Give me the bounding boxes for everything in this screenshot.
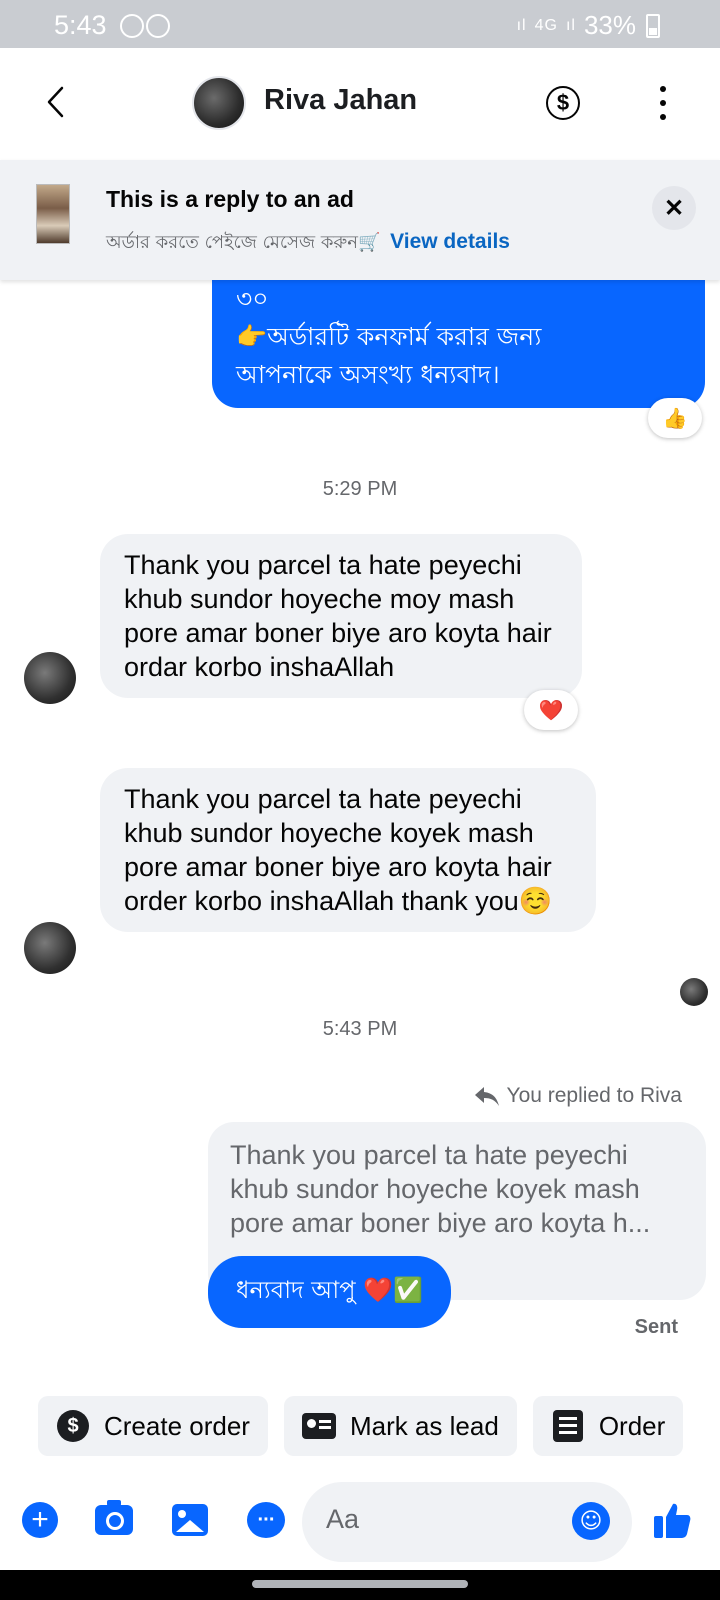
battery-icon — [646, 13, 660, 38]
heart-icon: ❤️ — [538, 698, 564, 722]
sent-status: Sent — [634, 1316, 678, 1338]
close-icon: ✕ — [663, 194, 685, 222]
ad-thumbnail[interactable] — [36, 184, 70, 244]
sender-avatar[interactable] — [24, 922, 76, 974]
ad-reply-banner: This is a reply to an ad অর্ডার করতে পেই… — [0, 160, 720, 280]
order-chip[interactable]: Order — [532, 1396, 684, 1456]
camera-button[interactable] — [94, 1500, 134, 1540]
timestamp: 5:43 PM — [322, 1018, 398, 1040]
input-placeholder: Aa — [326, 1504, 360, 1534]
message-text: Thank you parcel ta hate peyechi khub su… — [124, 550, 552, 682]
incoming-message[interactable]: Thank you parcel ta hate peyechi khub su… — [100, 534, 582, 698]
contact-card-icon — [301, 1409, 336, 1443]
timestamp: 5:29 PM — [322, 478, 398, 500]
status-bar: 5:43 ıl 4G ıl 33% — [0, 0, 720, 48]
back-button[interactable] — [38, 82, 74, 122]
reply-arrow-icon — [475, 1087, 500, 1106]
message-text: ধন্যবাদ আপু ❤️✅ — [236, 1276, 423, 1304]
system-nav-bar — [0, 1570, 720, 1600]
status-indicators: ıl 4G ıl 33% — [517, 10, 660, 41]
signal-icon: ıl — [516, 16, 527, 34]
quoted-text: Thank you parcel ta hate peyechi khub su… — [230, 1140, 651, 1238]
ad-banner-subtitle: অর্ডার করতে পেইজে মেসেজ করুন🛒 View detai… — [106, 228, 510, 259]
dot-icon — [660, 100, 666, 106]
more-options-button[interactable] — [658, 86, 668, 120]
add-button[interactable]: + — [20, 1500, 60, 1540]
status-time: 5:43 — [54, 10, 107, 40]
home-indicator[interactable] — [252, 1580, 468, 1588]
contact-avatar[interactable] — [192, 76, 246, 130]
battery-percent: 33% — [583, 10, 636, 40]
chat-header: Riva Jahan $ — [0, 48, 720, 160]
outgoing-reply-message[interactable]: ধন্যবাদ আপু ❤️✅ — [208, 1256, 451, 1328]
replied-to-text: You replied to Riva — [506, 1084, 682, 1107]
plus-icon: + — [22, 1502, 58, 1538]
list-icon — [551, 1409, 585, 1443]
outgoing-message[interactable]: ৩০ 👉অর্ডারটি কনফার্ম করার জন্য আপনাকে অস… — [212, 280, 705, 408]
network-label: 4G — [534, 16, 558, 34]
replied-to-label: You replied to Riva — [474, 1084, 682, 1108]
message-line: ৩০ — [236, 284, 269, 313]
message-list[interactable]: ৩০ 👉অর্ডারটি কনফার্ম করার জন্য আপনাকে অস… — [0, 280, 720, 1380]
dollar-icon: $ — [56, 1409, 90, 1443]
chip-label: Mark as lead — [349, 1410, 499, 1441]
chip-label: Create order — [104, 1410, 250, 1441]
payment-button[interactable]: $ — [546, 86, 580, 120]
sender-avatar[interactable] — [24, 652, 76, 704]
heart-reaction[interactable]: ❤️ — [524, 690, 578, 730]
signal-icon-2: ıl — [565, 16, 576, 34]
close-banner-button[interactable]: ✕ — [652, 186, 696, 230]
notification-icons — [120, 14, 170, 38]
dot-icon — [660, 114, 666, 120]
message-line: আপনাকে অসংখ্য ধন্যবাদ। — [236, 360, 500, 389]
image-icon — [172, 1504, 208, 1536]
view-details-link[interactable]: View details — [390, 230, 510, 253]
quick-action-chips: $ Create order Mark as lead Order — [38, 1396, 684, 1456]
ad-banner-title: This is a reply to an ad — [106, 186, 354, 212]
thumbs-up-icon — [654, 1503, 691, 1538]
chat-bubble-icon: ··· — [247, 1502, 285, 1538]
dot-icon — [660, 86, 666, 92]
message-line: 👉অর্ডারটি কনফার্ম করার জন্য — [236, 322, 542, 351]
read-receipt-avatar — [680, 978, 708, 1006]
message-composer: + ··· Aa ☺ — [0, 1470, 720, 1570]
incoming-message[interactable]: Thank you parcel ta hate peyechi khub su… — [100, 768, 596, 932]
camera-icon — [95, 1500, 133, 1535]
create-order-chip[interactable]: $ Create order — [38, 1396, 268, 1456]
message-input[interactable]: Aa ☺ — [302, 1482, 632, 1562]
chip-label: Order — [598, 1410, 666, 1441]
message-text: Thank you parcel ta hate peyechi khub su… — [124, 784, 553, 916]
chevron-left-icon — [47, 86, 64, 118]
gallery-button[interactable] — [170, 1500, 210, 1540]
emoji-icon[interactable]: ☺ — [572, 1502, 610, 1540]
ad-subtitle-text: অর্ডার করতে পেইজে মেসেজ করুন🛒 — [106, 232, 381, 253]
chat-extensions-button[interactable]: ··· — [246, 1500, 286, 1540]
thumbs-up-reaction[interactable]: 👍 — [648, 398, 702, 438]
mark-as-lead-chip[interactable]: Mark as lead — [283, 1396, 517, 1456]
like-button[interactable] — [650, 1498, 694, 1542]
contact-name[interactable]: Riva Jahan — [264, 84, 417, 117]
thumbs-up-icon: 👍 — [662, 406, 688, 430]
